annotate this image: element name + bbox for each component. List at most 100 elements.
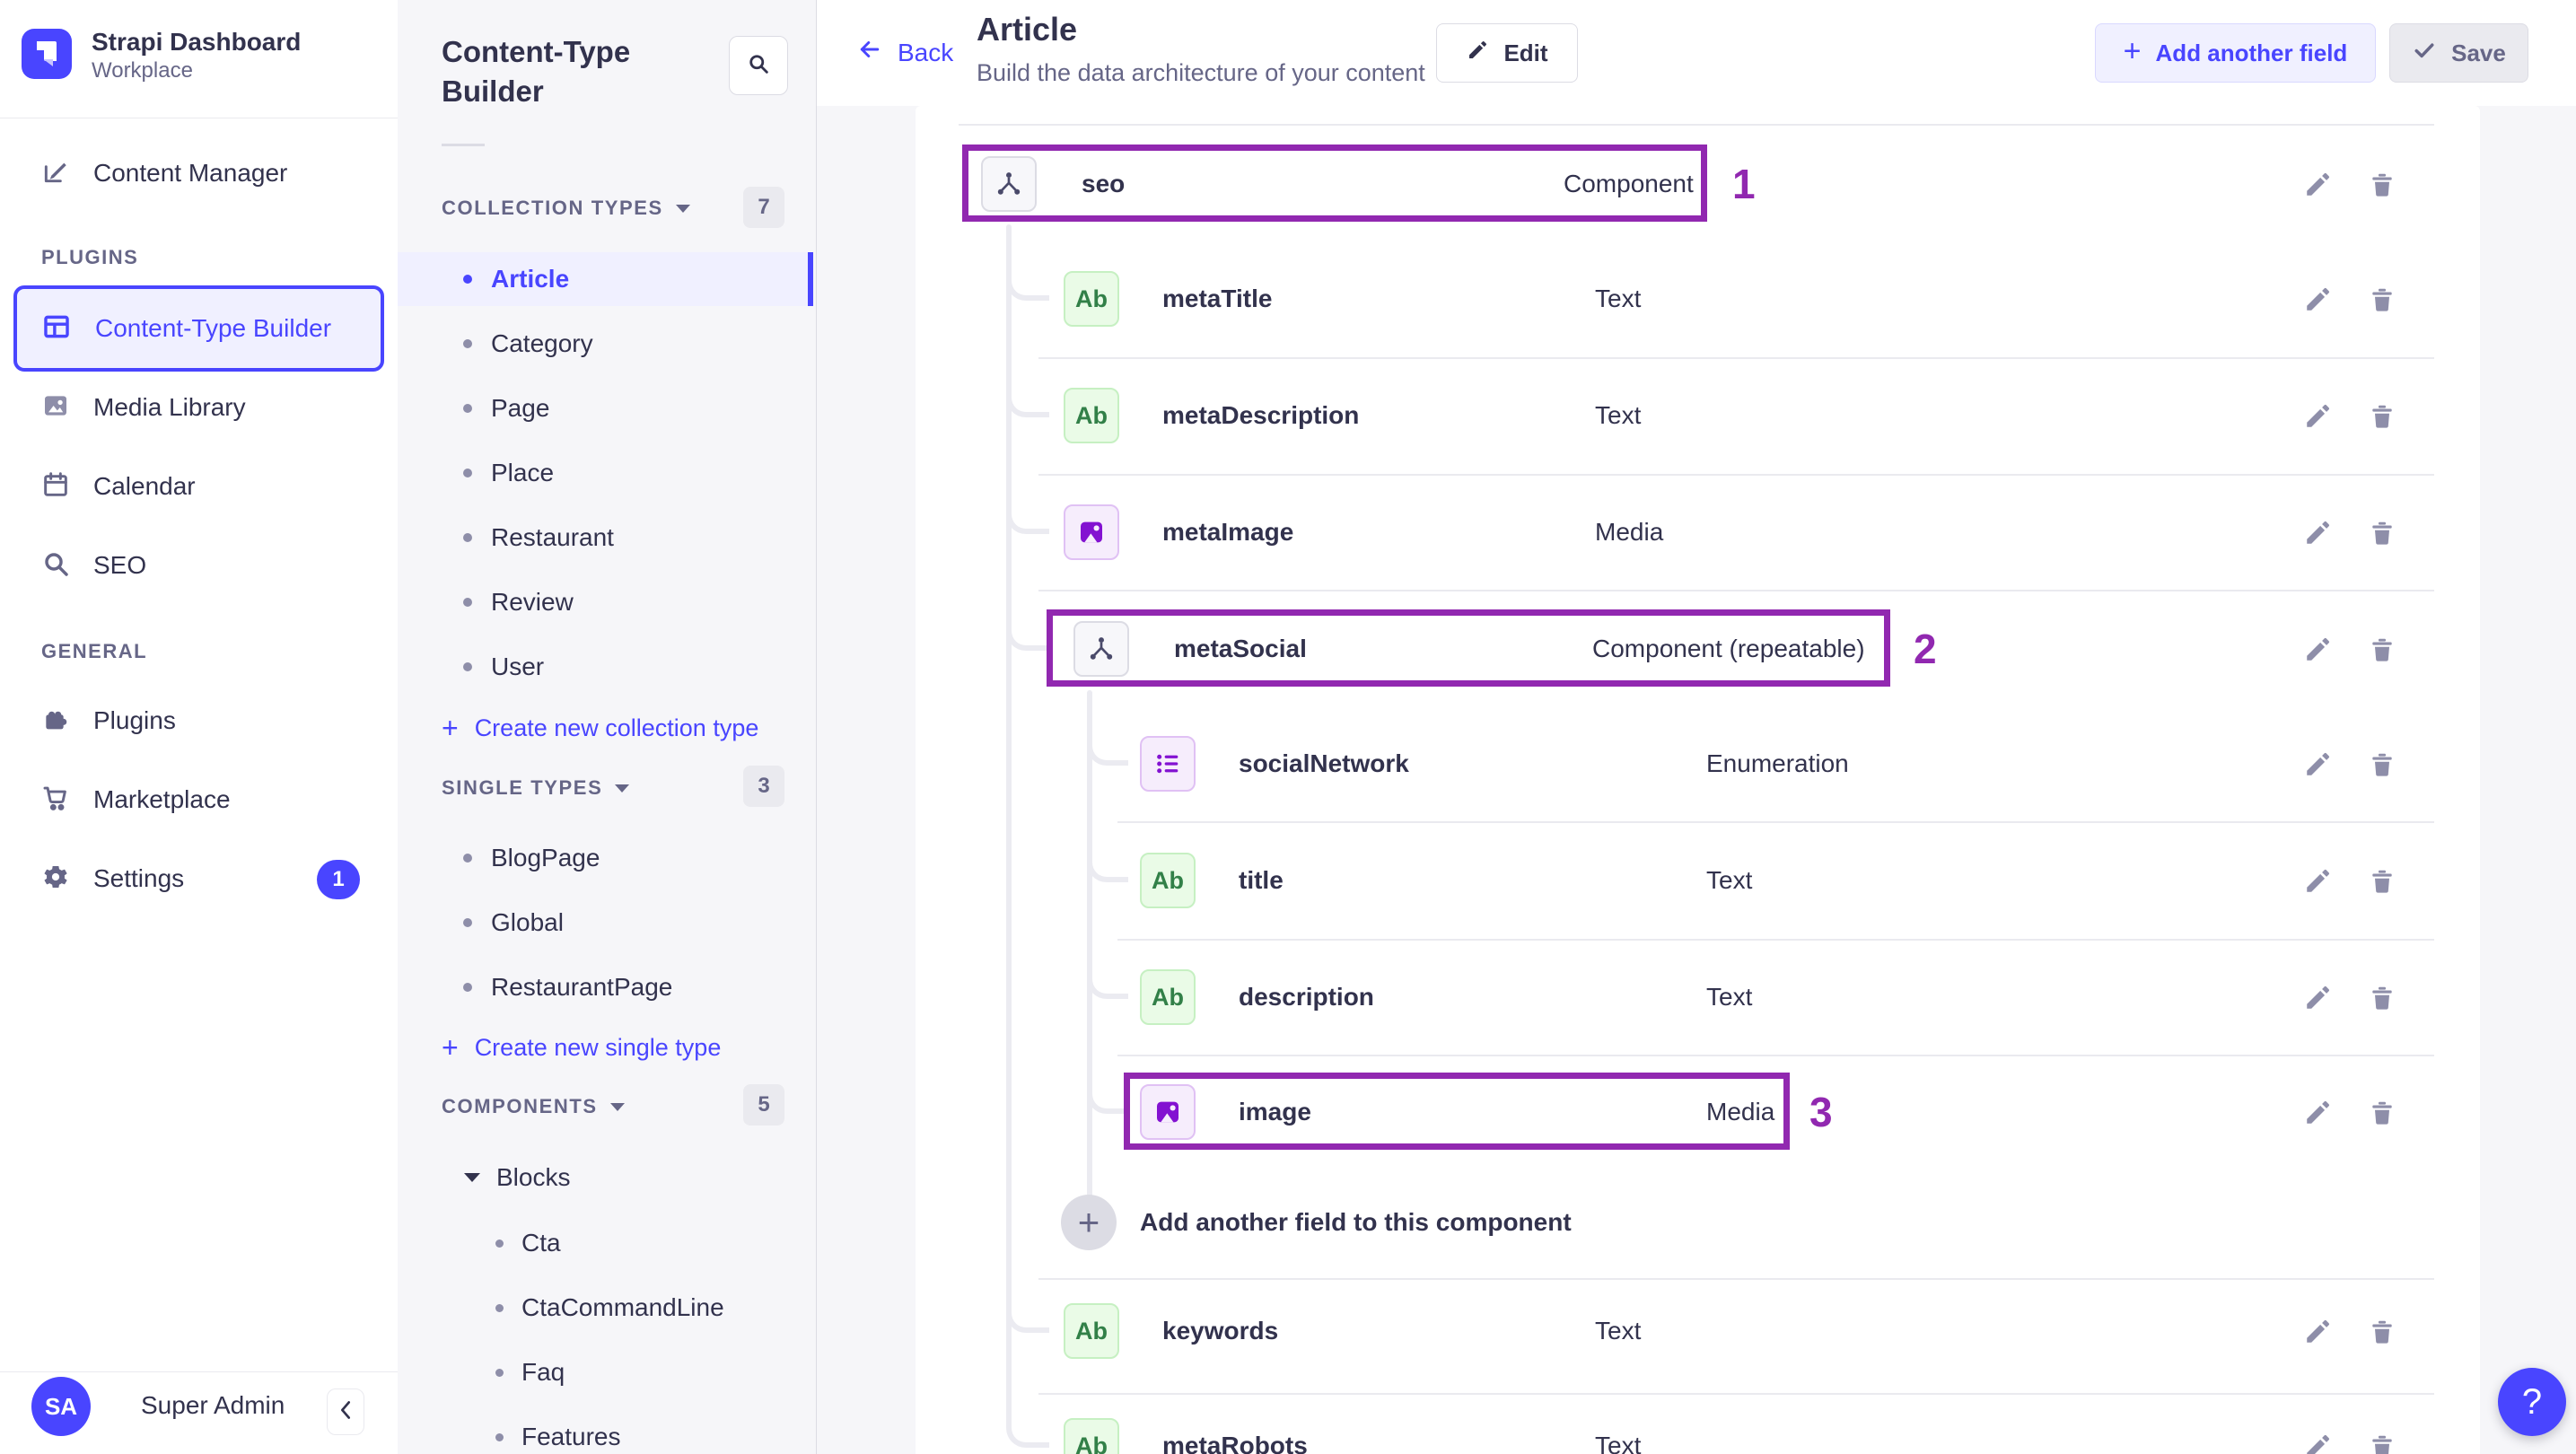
field-name: metaDescription	[1162, 401, 1360, 429]
collection-type-review[interactable]: Review	[463, 577, 574, 627]
collection-types-header[interactable]: COLLECTION TYPES	[442, 197, 690, 220]
edit-field-button[interactable]	[2298, 514, 2337, 554]
delete-field-button[interactable]	[2362, 746, 2402, 785]
sidebar-item-media-library[interactable]: Media Library	[41, 379, 246, 436]
trash-icon	[2368, 635, 2396, 667]
delete-field-button[interactable]	[2362, 979, 2402, 1019]
edit-field-button[interactable]	[2298, 281, 2337, 320]
delete-field-button[interactable]	[2362, 166, 2402, 206]
back-link[interactable]: Back	[854, 36, 953, 69]
component-faq[interactable]: Faq	[495, 1347, 565, 1397]
components-header[interactable]: COMPONENTS	[442, 1095, 625, 1118]
sidebar-item-plugins[interactable]: Plugins	[41, 692, 176, 749]
sidebar-item-settings[interactable]: Settings	[41, 850, 184, 907]
field-type: Text	[1595, 285, 1642, 312]
save-button[interactable]: Save	[2389, 23, 2528, 83]
strapi-logo-icon	[22, 28, 72, 83]
field-type: Text	[1595, 401, 1642, 429]
question-mark-icon: ?	[2521, 1381, 2543, 1422]
create-single-type-link[interactable]: + Create new single type	[442, 1024, 721, 1071]
workspace-name: Workplace	[92, 58, 193, 83]
edit-field-button[interactable]	[2298, 1094, 2337, 1134]
annotation-number-3: 3	[1809, 1089, 1833, 1135]
text-field-icon: Ab	[1064, 271, 1119, 327]
add-another-field-button[interactable]: + Add another field	[2095, 23, 2376, 83]
collapse-sidebar-button[interactable]	[327, 1388, 364, 1435]
sidebar-item-label: Content-Type Builder	[95, 314, 332, 342]
pencil-icon	[2302, 749, 2333, 783]
collection-type-restaurant[interactable]: Restaurant	[463, 512, 614, 563]
collection-types-count: 7	[743, 187, 784, 228]
collection-type-place[interactable]: Place	[463, 448, 554, 498]
annotation-number-1: 1	[1732, 161, 1756, 207]
edit-field-button[interactable]	[2298, 1313, 2337, 1353]
field-name: title	[1239, 866, 1284, 894]
bullet-dot	[463, 339, 472, 348]
single-type-global[interactable]: Global	[463, 898, 564, 948]
item-label: RestaurantPage	[491, 973, 673, 1001]
edit-field-button[interactable]	[2298, 166, 2337, 206]
trash-icon	[2368, 402, 2396, 434]
delete-field-button[interactable]	[2362, 1094, 2402, 1134]
gear-icon	[41, 863, 70, 896]
field-name: image	[1239, 1098, 1311, 1126]
sidebar-item-seo[interactable]: SEO	[41, 537, 146, 594]
single-types-count: 3	[743, 766, 784, 807]
collection-type-user[interactable]: User	[463, 642, 544, 692]
field-row-seo: seo Component	[916, 145, 2480, 223]
item-label: Article	[491, 265, 570, 293]
search-content-types-button[interactable]	[729, 36, 788, 95]
sidebar-item-calendar[interactable]: Calendar	[41, 458, 196, 515]
field-row-keywords: Ab keywords Text	[916, 1292, 2480, 1371]
chevron-left-icon	[338, 1400, 353, 1424]
trash-icon	[2368, 1318, 2396, 1349]
delete-field-button[interactable]	[2362, 514, 2402, 554]
collection-type-page[interactable]: Page	[463, 383, 549, 434]
delete-field-button[interactable]	[2362, 281, 2402, 320]
edit-field-button[interactable]	[2298, 746, 2337, 785]
help-button[interactable]: ?	[2498, 1368, 2566, 1436]
chevron-down-icon	[609, 1102, 625, 1111]
edit-button[interactable]: Edit	[1436, 23, 1578, 83]
delete-field-button[interactable]	[2362, 398, 2402, 437]
delete-field-button[interactable]	[2362, 1313, 2402, 1353]
pencil-icon	[2302, 866, 2333, 899]
collection-type-category[interactable]: Category	[463, 319, 593, 369]
plus-icon: +	[2123, 33, 2142, 68]
delete-field-button[interactable]	[2362, 631, 2402, 670]
trash-icon	[2368, 171, 2396, 202]
check-icon	[2412, 38, 2437, 69]
component-group-blocks[interactable]: Blocks	[464, 1152, 570, 1203]
create-collection-type-link[interactable]: + Create new collection type	[442, 705, 758, 751]
sidebar-item-content-type-builder[interactable]: Content-Type Builder	[13, 285, 384, 372]
sidebar-item-marketplace[interactable]: Marketplace	[41, 771, 231, 828]
user-avatar[interactable]: SA	[31, 1377, 91, 1436]
edit-field-button[interactable]	[2298, 398, 2337, 437]
section-label: SINGLE TYPES	[442, 776, 603, 799]
sidebar-item-content-manager[interactable]: Content Manager	[41, 145, 287, 202]
row-divider	[1038, 357, 2434, 359]
field-type: Media	[1595, 518, 1664, 546]
back-label: Back	[898, 38, 954, 66]
single-types-header[interactable]: SINGLE TYPES	[442, 776, 630, 800]
sidebar-item-label: Settings	[93, 864, 185, 892]
single-type-restaurantpage[interactable]: RestaurantPage	[463, 962, 672, 1012]
collection-type-article[interactable]: Article	[463, 254, 569, 304]
sidebar-item-label: Marketplace	[93, 785, 231, 813]
component-cta[interactable]: Cta	[495, 1218, 561, 1268]
edit-field-button[interactable]	[2298, 979, 2337, 1019]
edit-field-button[interactable]	[2298, 631, 2337, 670]
component-ctacommandline[interactable]: CtaCommandLine	[495, 1283, 724, 1333]
field-type: Enumeration	[1706, 749, 1849, 777]
delete-field-button[interactable]	[2362, 1428, 2402, 1454]
trash-icon	[2368, 867, 2396, 898]
delete-field-button[interactable]	[2362, 863, 2402, 902]
add-component-field-row[interactable]: + Add another field to this component	[916, 1183, 2480, 1262]
pencil-icon	[2302, 1098, 2333, 1131]
edit-field-button[interactable]	[2298, 1428, 2337, 1454]
plus-circle-icon[interactable]: +	[1061, 1195, 1117, 1250]
app-logo-row[interactable]: Strapi Dashboard Workplace	[22, 27, 301, 84]
component-features[interactable]: Features	[495, 1412, 621, 1454]
single-type-blogpage[interactable]: BlogPage	[463, 833, 600, 883]
edit-field-button[interactable]	[2298, 863, 2337, 902]
